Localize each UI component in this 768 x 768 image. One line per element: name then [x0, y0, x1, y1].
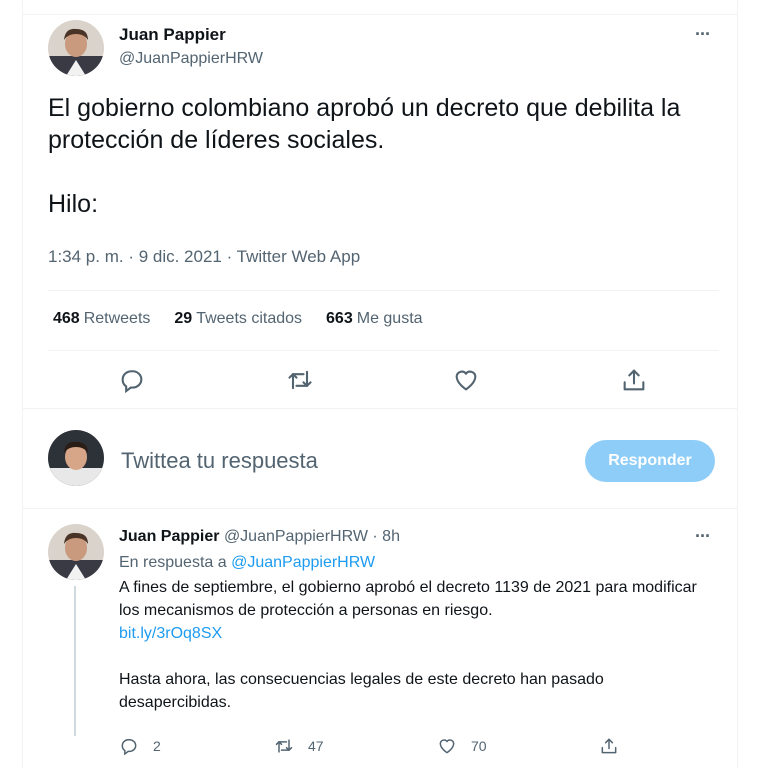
likes-label: Me gusta	[356, 310, 423, 327]
share-icon	[601, 738, 617, 754]
retweet-count: 47	[308, 738, 324, 754]
author-name[interactable]: Juan Pappier	[119, 25, 226, 45]
divider	[23, 408, 737, 409]
divider	[48, 290, 719, 291]
more-icon[interactable]: ···	[695, 24, 711, 45]
reply-paragraph: Hasta ahora, las consecuencias legales d…	[119, 671, 604, 711]
reply-icon	[121, 739, 137, 756]
reply-icon[interactable]	[118, 366, 146, 394]
reply-share-action[interactable]	[599, 736, 633, 756]
replying-to: En respuesta a @JuanPappierHRW	[119, 554, 375, 572]
reply-retweet-action[interactable]: 47	[274, 736, 324, 756]
timeline-column: Juan Pappier @JuanPappierHRW ··· El gobi…	[22, 0, 738, 768]
reply-text: A fines de septiembre, el gobierno aprob…	[119, 576, 719, 714]
quotes-stat[interactable]: 29 Tweets citados	[174, 310, 302, 328]
retweets-label: Retweets	[83, 310, 151, 327]
divider	[23, 508, 737, 509]
retweet-icon[interactable]	[286, 366, 314, 394]
author-handle[interactable]: @JuanPappierHRW	[119, 50, 263, 68]
tweet-text-line: El gobierno colombiano aprobó un decreto…	[48, 94, 681, 154]
reply-like-action[interactable]: 70	[437, 736, 487, 756]
reply-paragraph: A fines de septiembre, el gobierno aprob…	[119, 579, 697, 619]
user-avatar[interactable]	[48, 430, 104, 486]
tweet-timestamp[interactable]: 1:34 p. m. · 9 dic. 2021 · Twitter Web A…	[48, 247, 360, 267]
heart-icon[interactable]	[452, 366, 480, 394]
reply-count: 2	[153, 738, 161, 754]
tweet-stats: 468 Retweets 29 Tweets citados 663 Me gusta	[53, 310, 423, 328]
tweet-text: El gobierno colombiano aprobó un decreto…	[48, 92, 728, 220]
reply-reply-action[interactable]: 2	[119, 736, 161, 756]
retweets-stat[interactable]: 468 Retweets	[53, 310, 150, 328]
replying-prefix: En respuesta a	[119, 554, 227, 571]
reply-header: Juan Pappier @JuanPappierHRW · 8h	[119, 528, 400, 546]
reply-author-handle[interactable]: @JuanPappierHRW · 8h	[224, 528, 400, 545]
reply-author-avatar[interactable]	[48, 524, 104, 580]
thread-line	[74, 586, 76, 736]
retweets-count: 468	[53, 310, 80, 327]
quotes-label: Tweets citados	[196, 310, 303, 327]
replying-handle-link[interactable]: @JuanPappierHRW	[231, 554, 375, 571]
reply-input[interactable]: Twittea tu respuesta	[121, 448, 318, 474]
reply-author-name[interactable]: Juan Pappier	[119, 528, 219, 545]
more-icon[interactable]: ···	[695, 526, 711, 547]
like-count: 70	[471, 738, 487, 754]
likes-stat[interactable]: 663 Me gusta	[326, 310, 423, 328]
reply-button[interactable]: Responder	[585, 440, 715, 482]
top-divider	[23, 14, 737, 15]
heart-icon	[439, 739, 455, 754]
divider	[48, 350, 719, 351]
author-avatar[interactable]	[48, 20, 104, 76]
tweet-text-line: Hilo:	[48, 190, 99, 218]
likes-count: 663	[326, 310, 353, 327]
quotes-count: 29	[174, 310, 193, 327]
reply-link[interactable]: bit.ly/3rOq8SX	[119, 622, 719, 645]
share-icon[interactable]	[620, 366, 648, 394]
retweet-icon	[275, 739, 293, 753]
